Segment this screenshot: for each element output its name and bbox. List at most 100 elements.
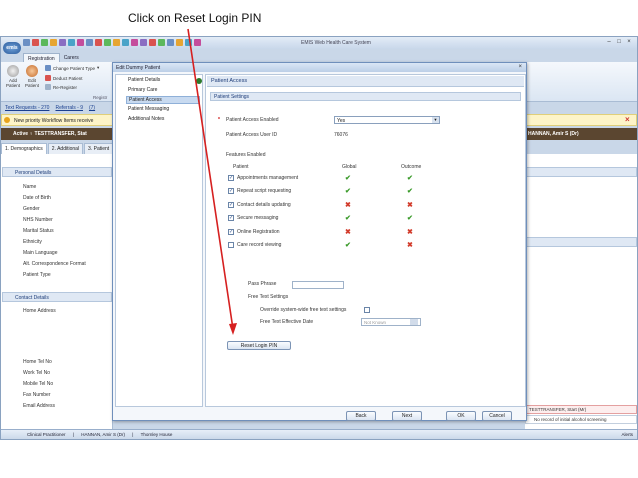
close-banner-icon[interactable]: × bbox=[625, 116, 633, 124]
chevron-down-icon[interactable]: ▼ bbox=[432, 117, 439, 123]
qat-icon[interactable] bbox=[113, 39, 120, 46]
tick-icon: ✔ bbox=[407, 188, 413, 196]
qat-icon[interactable] bbox=[185, 39, 192, 46]
field-label: Email Address bbox=[23, 403, 55, 409]
re-register-label: Re-Register bbox=[53, 84, 78, 90]
help-icon[interactable] bbox=[196, 78, 202, 84]
tick-icon: ✔ bbox=[345, 188, 351, 196]
nav-patient-access[interactable]: Patient Access bbox=[126, 96, 200, 104]
field-label: Ethnicity bbox=[23, 239, 42, 245]
chevron-down-icon: ▾ bbox=[96, 65, 100, 70]
workflow-banner[interactable]: New priority Workflow Items receive bbox=[1, 114, 113, 126]
minimize-icon[interactable]: – bbox=[605, 39, 613, 46]
close-icon[interactable]: × bbox=[625, 39, 633, 46]
patient-access-header: Patient Access bbox=[207, 76, 524, 87]
edit-patient-label: Edit Patient bbox=[24, 78, 39, 88]
qat-icon[interactable] bbox=[32, 39, 39, 46]
nav-primary-care[interactable]: Primary Care bbox=[126, 87, 159, 93]
status-alerts[interactable]: Alerts bbox=[621, 432, 633, 437]
reset-login-pin-button[interactable]: Reset Login PIN bbox=[227, 341, 291, 350]
qat-icon[interactable] bbox=[194, 39, 201, 46]
add-patient-button[interactable]: Add Patient bbox=[5, 65, 21, 88]
features-enabled-label: Features Enabled bbox=[226, 152, 266, 158]
feature-checkbox[interactable]: ✓ bbox=[228, 188, 234, 195]
instruction-caption: Click on Reset Login PIN bbox=[128, 11, 262, 25]
qat-icon[interactable] bbox=[167, 39, 174, 46]
nav-additional-notes[interactable]: Additional Notes bbox=[126, 116, 166, 122]
patient-access-user-id-value: 76076 bbox=[334, 132, 348, 138]
emis-logo[interactable]: emis bbox=[3, 42, 21, 54]
effective-date-label: Free Text Effective Date bbox=[260, 319, 314, 325]
feature-checkbox[interactable]: ✓ bbox=[228, 175, 234, 181]
qat-icon[interactable] bbox=[176, 39, 183, 46]
patient-settings-header: Patient Settings bbox=[210, 92, 521, 101]
re-register-button[interactable]: Re-Register bbox=[45, 84, 77, 90]
field-label: Fax Number bbox=[23, 392, 51, 398]
feature-label: Care record viewing bbox=[237, 242, 282, 248]
text-requests-link[interactable]: Text Requests - 270 bbox=[5, 105, 49, 111]
patient-access-user-id-label: Patient Access User ID bbox=[226, 132, 278, 138]
count-link[interactable]: (7) bbox=[89, 105, 95, 111]
alert-row[interactable]: TESTTRANSFER, Start (Mr) bbox=[525, 405, 637, 414]
override-free-text-label: Override system-wide free text settings bbox=[260, 307, 347, 313]
field-label: Mobile Tel No bbox=[23, 381, 54, 387]
qat-icon[interactable] bbox=[23, 39, 30, 46]
ok-button[interactable]: OK bbox=[446, 411, 476, 421]
dialog-nav: Patient Details Primary Care Patient Acc… bbox=[115, 74, 203, 407]
patient-banner-clinician: HANNAN, Amir S (Dr) bbox=[525, 128, 637, 140]
deduct-patient-label: Deduct Patient bbox=[53, 75, 83, 81]
qat-icon[interactable] bbox=[59, 39, 66, 46]
qat-icon[interactable] bbox=[68, 39, 75, 46]
pass-phrase-input[interactable] bbox=[292, 281, 344, 289]
qat-icon[interactable] bbox=[149, 39, 156, 46]
maximize-icon[interactable]: □ bbox=[615, 39, 623, 46]
alert-row[interactable]: No record of initial alcohol screening bbox=[525, 415, 637, 424]
qat-icon[interactable] bbox=[158, 39, 165, 46]
field-label: Work Tel No bbox=[23, 370, 51, 376]
qat-icon[interactable] bbox=[131, 39, 138, 46]
qat-icon[interactable] bbox=[140, 39, 147, 46]
pass-phrase-label: Pass Phrase bbox=[248, 281, 277, 287]
cross-icon: ✖ bbox=[407, 201, 413, 209]
demographics-panel: Personal Details Name Date of Birth Gend… bbox=[1, 154, 113, 429]
field-label: NHS Number bbox=[23, 217, 53, 223]
dialog-close-icon[interactable]: × bbox=[518, 64, 522, 70]
right-section-header bbox=[525, 237, 637, 247]
qat-icon[interactable] bbox=[41, 39, 48, 46]
nav-patient-messaging[interactable]: Patient Messaging bbox=[126, 106, 171, 112]
back-button[interactable]: Back bbox=[346, 411, 376, 421]
qat-icon[interactable] bbox=[86, 39, 93, 46]
edit-patient-button[interactable]: Edit Patient bbox=[24, 65, 40, 88]
cancel-button[interactable]: Cancel bbox=[482, 411, 512, 421]
qat-icon[interactable] bbox=[122, 39, 129, 46]
field-label: Patient Type bbox=[23, 272, 51, 278]
field-label: Main Language bbox=[23, 250, 58, 256]
qat-icon[interactable] bbox=[95, 39, 102, 46]
feature-checkbox[interactable]: ✓ bbox=[228, 201, 234, 208]
change-patient-type-button[interactable]: Change Patient Type ▾ bbox=[45, 65, 99, 71]
patient-access-enabled-select[interactable]: Yes bbox=[334, 116, 440, 124]
qat-icon[interactable] bbox=[77, 39, 84, 46]
nav-patient-details[interactable]: Patient Details bbox=[126, 77, 162, 83]
feature-checkbox[interactable] bbox=[228, 242, 234, 248]
override-free-text-checkbox[interactable] bbox=[364, 307, 370, 313]
free-text-settings-label: Free Text Settings bbox=[248, 294, 289, 300]
feature-checkbox[interactable]: ✓ bbox=[228, 215, 234, 222]
qat-icon[interactable] bbox=[50, 39, 57, 46]
status-role: Clinical Practitioner bbox=[27, 432, 66, 437]
field-label: Gender bbox=[23, 206, 40, 212]
workflow-banner-right bbox=[525, 114, 637, 126]
app-title: EMIS Web Health Care System bbox=[301, 40, 371, 46]
col-patient-header: Patient bbox=[233, 164, 249, 170]
referrals-link[interactable]: Referrals - 9 bbox=[55, 105, 83, 111]
qat-icon[interactable] bbox=[104, 39, 111, 46]
cross-icon: ✖ bbox=[407, 228, 413, 236]
patient-banner[interactable]: Active ♀ TESTTRANSFER, Stat bbox=[1, 128, 113, 140]
calendar-icon[interactable] bbox=[410, 319, 418, 325]
deduct-patient-button[interactable]: Deduct Patient bbox=[45, 75, 83, 81]
change-patient-type-label: Change Patient Type bbox=[53, 65, 95, 71]
field-label: Home Tel No bbox=[23, 359, 52, 365]
next-button[interactable]: Next bbox=[392, 411, 422, 421]
feature-checkbox[interactable]: ✓ bbox=[228, 228, 234, 235]
re-register-icon bbox=[45, 84, 51, 90]
